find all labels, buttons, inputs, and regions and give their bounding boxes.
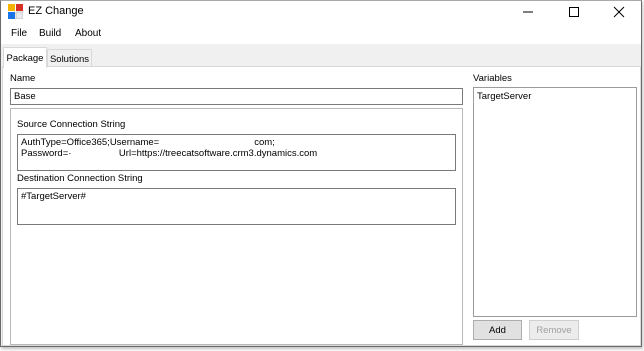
package-tab-page: Name Base Source Connection String AuthT…: [2, 66, 641, 346]
destination-connection-field[interactable]: #TargetServer#: [17, 188, 456, 225]
minimize-icon: [523, 11, 533, 13]
variables-label: Variables: [473, 73, 512, 84]
menu-about[interactable]: About: [75, 28, 101, 39]
name-field[interactable]: Base: [10, 88, 463, 105]
window-title: EZ Change: [28, 5, 84, 17]
menu-build[interactable]: Build: [39, 28, 61, 39]
variables-list[interactable]: TargetServer: [473, 87, 637, 317]
remove-variable-button[interactable]: Remove: [529, 320, 579, 340]
title-bar[interactable]: EZ Change: [1, 1, 641, 23]
menu-file[interactable]: File: [11, 28, 27, 39]
close-button[interactable]: [596, 1, 642, 23]
source-connection-label: Source Connection String: [17, 119, 126, 130]
destination-connection-label: Destination Connection String: [17, 173, 143, 184]
minimize-button[interactable]: [505, 1, 551, 23]
maximize-icon: [569, 7, 579, 17]
close-icon: [613, 6, 625, 18]
tab-strip: Package Solutions: [1, 44, 641, 68]
connection-group: Source Connection String AuthType=Office…: [10, 108, 463, 345]
tab-package[interactable]: Package: [3, 47, 47, 68]
name-label: Name: [10, 73, 36, 84]
list-item[interactable]: TargetServer: [477, 91, 633, 103]
app-window: EZ Change File Build About Package Solut…: [0, 0, 642, 347]
source-connection-field[interactable]: AuthType=Office365;Username= com; Passwo…: [17, 134, 456, 171]
add-variable-button[interactable]: Add: [473, 320, 522, 340]
menu-bar: File Build About: [1, 23, 641, 44]
maximize-button[interactable]: [551, 1, 597, 23]
app-icon: [8, 4, 23, 19]
